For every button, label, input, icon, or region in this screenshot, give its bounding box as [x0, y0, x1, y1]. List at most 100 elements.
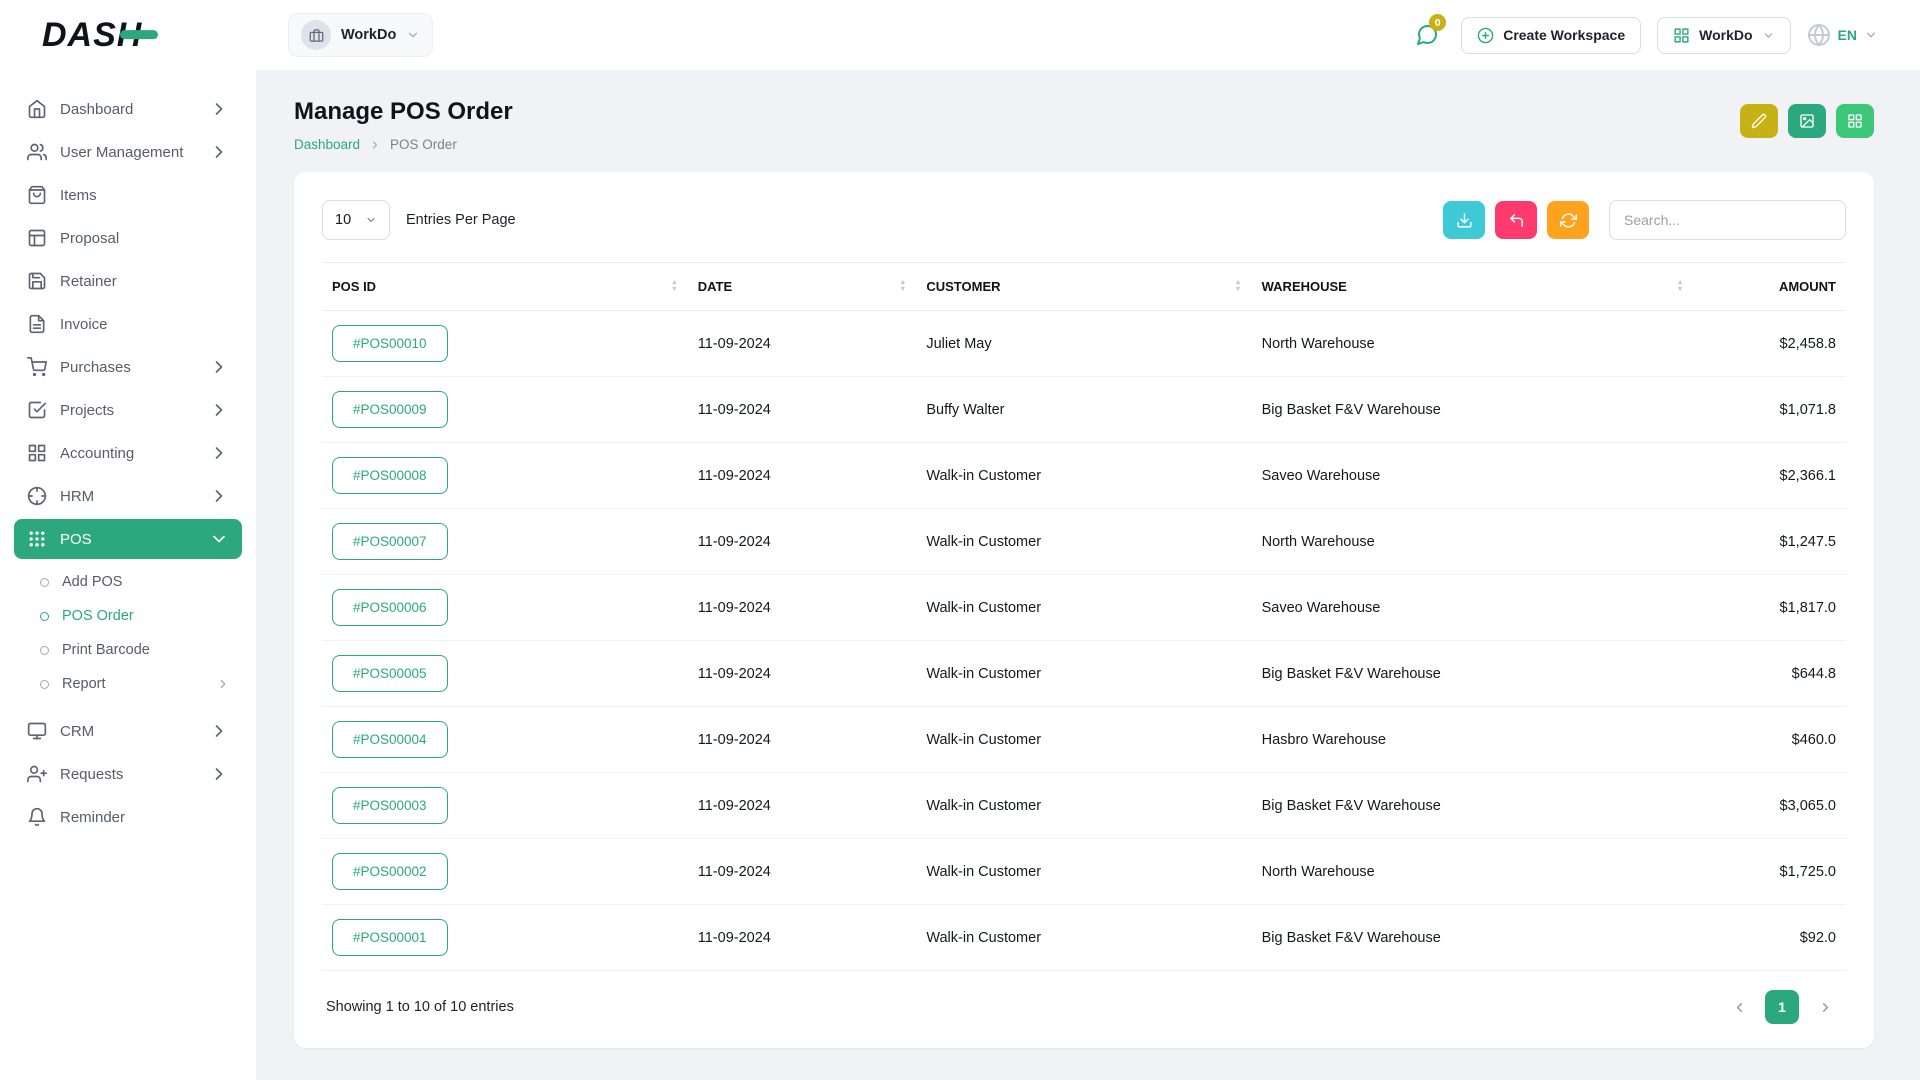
sidebar-subitem-report[interactable]: Report	[28, 667, 242, 701]
showing-entries-text: Showing 1 to 10 of 10 entries	[326, 999, 514, 1015]
logo-dash-mark	[120, 30, 158, 39]
sidebar-item-requests[interactable]: Requests	[14, 754, 242, 794]
topbar-actions: 0 Create Workspace WorkDo EN	[1409, 17, 1878, 54]
cell-amount: $92.0	[1694, 905, 1846, 971]
pos-id-link[interactable]: #POS00008	[332, 457, 448, 494]
chevron-down-icon	[1864, 28, 1878, 42]
sidebar-item-label: Dashboard	[60, 101, 133, 118]
export-button[interactable]	[1443, 201, 1485, 239]
theme-customizer-button[interactable]	[1740, 104, 1778, 138]
pos-id-link[interactable]: #POS00002	[332, 853, 448, 890]
cell-warehouse: North Warehouse	[1252, 311, 1694, 377]
page-header-actions	[1740, 104, 1874, 138]
column-header-pos-id[interactable]: POS ID▲▼	[322, 263, 688, 311]
cell-warehouse: Saveo Warehouse	[1252, 575, 1694, 641]
circle-bullet-icon	[40, 578, 49, 587]
sidebar-item-label: User Management	[60, 144, 183, 161]
sidebar-subitem-print-barcode[interactable]: Print Barcode	[28, 633, 242, 667]
chevron-right-icon	[209, 486, 229, 506]
pos-order-row: #POS0000411-09-2024Walk-in CustomerHasbr…	[322, 707, 1846, 773]
breadcrumb-dashboard-link[interactable]: Dashboard	[294, 137, 360, 152]
gallery-view-button[interactable]	[1788, 104, 1826, 138]
pos-order-row: #POS0000711-09-2024Walk-in CustomerNorth…	[322, 509, 1846, 575]
sidebar-subitem-label: Report	[62, 676, 106, 692]
chevron-right-icon	[209, 142, 229, 162]
sidebar-item-retainer[interactable]: Retainer	[14, 261, 242, 301]
entries-per-page-select[interactable]: 10	[322, 200, 390, 240]
pagination-next-button[interactable]	[1808, 990, 1842, 1024]
sidebar-item-label: CRM	[60, 723, 94, 740]
sidebar-item-accounting[interactable]: Accounting	[14, 433, 242, 473]
refresh-icon	[1560, 212, 1577, 229]
shopping-bag-icon	[27, 185, 47, 205]
sidebar-item-user-management[interactable]: User Management	[14, 132, 242, 172]
sidebar-item-dashboard[interactable]: Dashboard	[14, 89, 242, 129]
cell-customer: Walk-in Customer	[916, 773, 1251, 839]
create-workspace-button[interactable]: Create Workspace	[1461, 17, 1641, 54]
entries-per-page-value: 10	[335, 212, 351, 228]
sidebar-item-hrm[interactable]: HRM	[14, 476, 242, 516]
cell-date: 11-09-2024	[688, 443, 917, 509]
sidebar-item-label: Proposal	[60, 230, 119, 247]
refresh-button[interactable]	[1547, 201, 1589, 239]
breadcrumb-current: POS Order	[390, 137, 457, 152]
pos-id-link[interactable]: #POS00009	[332, 391, 448, 428]
pos-id-link[interactable]: #POS00003	[332, 787, 448, 824]
sort-icon: ▲▼	[671, 280, 678, 293]
sidebar-item-proposal[interactable]: Proposal	[14, 218, 242, 258]
app-switcher-button[interactable]: WorkDo	[1657, 17, 1790, 54]
pos-id-link[interactable]: #POS00001	[332, 919, 448, 956]
sidebar-item-label: Requests	[60, 766, 123, 783]
column-header-date[interactable]: DATE▲▼	[688, 263, 917, 311]
cell-warehouse: Hasbro Warehouse	[1252, 707, 1694, 773]
cell-date: 11-09-2024	[688, 377, 917, 443]
reset-button[interactable]	[1495, 201, 1537, 239]
sidebar-item-label: Accounting	[60, 445, 134, 462]
user-plus-icon	[27, 764, 47, 784]
app-logo[interactable]: DASH	[42, 16, 142, 55]
language-selector[interactable]: EN	[1807, 23, 1878, 47]
sidebar-item-projects[interactable]: Projects	[14, 390, 242, 430]
undo-icon	[1508, 212, 1525, 229]
cell-pos-id: #POS00009	[322, 377, 688, 443]
entries-per-page-label: Entries Per Page	[406, 212, 516, 228]
pos-id-link[interactable]: #POS00010	[332, 325, 448, 362]
workspace-switcher[interactable]: WorkDo	[288, 13, 433, 57]
home-icon	[27, 99, 47, 119]
chevron-down-icon	[406, 28, 420, 42]
pagination-prev-button[interactable]	[1722, 990, 1756, 1024]
column-header-warehouse[interactable]: WAREHOUSE▲▼	[1252, 263, 1694, 311]
sidebar-subitem-add-pos[interactable]: Add POS	[28, 565, 242, 599]
sidebar-item-pos[interactable]: POS	[14, 519, 242, 559]
pos-id-link[interactable]: #POS00007	[332, 523, 448, 560]
pos-id-link[interactable]: #POS00004	[332, 721, 448, 758]
main-content: Manage POS Order Dashboard POS Order 10	[256, 70, 1920, 1080]
sidebar-subitem-label: POS Order	[62, 608, 134, 624]
sidebar-item-crm[interactable]: CRM	[14, 711, 242, 751]
cell-date: 11-09-2024	[688, 839, 917, 905]
sidebar-item-purchases[interactable]: Purchases	[14, 347, 242, 387]
sidebar-item-invoice[interactable]: Invoice	[14, 304, 242, 344]
sidebar-item-reminder[interactable]: Reminder	[14, 797, 242, 837]
messages-button[interactable]: 0	[1409, 17, 1445, 53]
pos-orders-table: POS ID▲▼DATE▲▼CUSTOMER▲▼WAREHOUSE▲▼AMOUN…	[322, 262, 1846, 971]
crosshair-icon	[27, 486, 47, 506]
pagination-page-button[interactable]: 1	[1765, 990, 1799, 1024]
pos-id-link[interactable]: #POS00005	[332, 655, 448, 692]
search-input[interactable]	[1609, 200, 1846, 240]
chevron-right-icon	[209, 721, 229, 741]
column-header-customer[interactable]: CUSTOMER▲▼	[916, 263, 1251, 311]
save-icon	[27, 271, 47, 291]
cell-warehouse: North Warehouse	[1252, 509, 1694, 575]
sidebar-item-label: Invoice	[60, 316, 108, 333]
cell-warehouse: North Warehouse	[1252, 839, 1694, 905]
chevron-down-icon	[1762, 29, 1775, 42]
cell-amount: $1,071.8	[1694, 377, 1846, 443]
sidebar-subitem-pos-order[interactable]: POS Order	[28, 599, 242, 633]
pos-id-link[interactable]: #POS00006	[332, 589, 448, 626]
grid-view-button[interactable]	[1836, 104, 1874, 138]
cell-amount: $1,725.0	[1694, 839, 1846, 905]
cell-customer: Walk-in Customer	[916, 641, 1251, 707]
sidebar-item-items[interactable]: Items	[14, 175, 242, 215]
chevron-right-icon	[209, 357, 229, 377]
